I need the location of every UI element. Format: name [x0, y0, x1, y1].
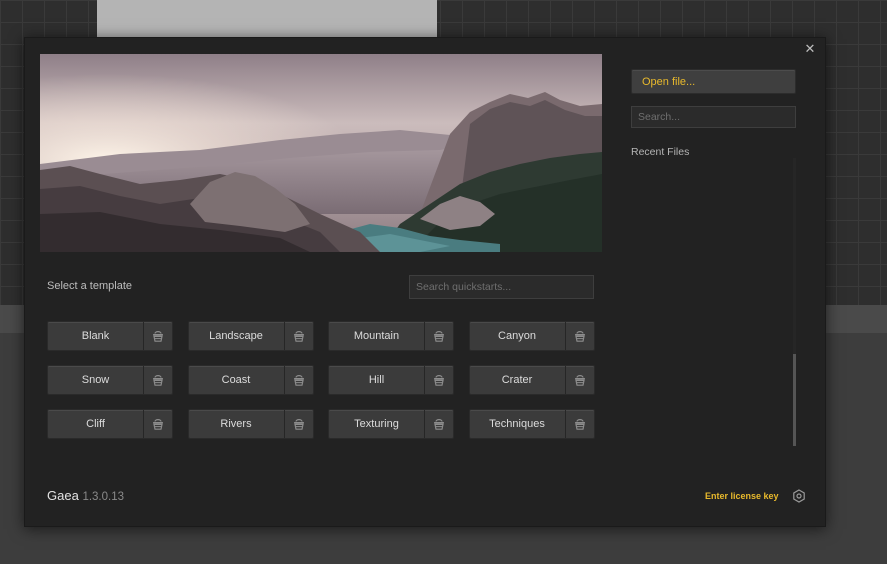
bucket-icon[interactable] — [144, 322, 172, 350]
bucket-icon[interactable] — [285, 322, 313, 350]
bucket-icon[interactable] — [425, 410, 453, 438]
template-label[interactable]: Snow — [48, 366, 143, 394]
template-label[interactable]: Cliff — [48, 410, 143, 438]
template-label[interactable]: Hill — [329, 366, 424, 394]
template-button[interactable]: Blank — [47, 321, 173, 351]
template-button[interactable]: Snow — [47, 365, 173, 395]
template-label[interactable]: Texturing — [329, 410, 424, 438]
template-grid: Blank Landscape Mountain Canyon Snow Coast Hil… — [47, 321, 595, 439]
template-label[interactable]: Coast — [189, 366, 284, 394]
template-button[interactable]: Mountain — [328, 321, 454, 351]
quickstart-search-input[interactable] — [409, 275, 594, 299]
template-button[interactable]: Hill — [328, 365, 454, 395]
background-panel — [97, 0, 437, 40]
template-button[interactable]: Texturing — [328, 409, 454, 439]
template-button[interactable]: Canyon — [468, 321, 595, 351]
bucket-icon[interactable] — [566, 322, 594, 350]
app-brand: Gaea 1.3.0.13 — [47, 488, 124, 503]
bucket-icon[interactable] — [144, 366, 172, 394]
bucket-icon[interactable] — [285, 366, 313, 394]
template-label[interactable]: Crater — [470, 366, 565, 394]
scrollbar-thumb[interactable] — [793, 354, 796, 446]
recent-files-scrollbar[interactable] — [793, 158, 796, 446]
open-file-button[interactable]: Open file... — [631, 69, 796, 94]
template-button[interactable]: Landscape — [187, 321, 314, 351]
hero-landscape-image — [40, 54, 602, 252]
bucket-icon[interactable] — [144, 410, 172, 438]
recent-files-search-input[interactable] — [631, 106, 796, 128]
template-label[interactable]: Landscape — [189, 322, 284, 350]
close-icon[interactable]: ✕ — [803, 42, 817, 56]
app-name: Gaea — [47, 488, 79, 503]
recent-files-label: Recent Files — [631, 146, 690, 158]
start-dialog: ✕ Select a template Search quickstarts..… — [24, 37, 826, 527]
template-label[interactable]: Rivers — [189, 410, 284, 438]
template-label[interactable]: Mountain — [329, 322, 424, 350]
template-button[interactable]: Techniques — [468, 409, 595, 439]
bucket-icon[interactable] — [425, 322, 453, 350]
template-label[interactable]: Canyon — [470, 322, 565, 350]
enter-license-key-link[interactable]: Enter license key — [705, 491, 779, 501]
bucket-icon[interactable] — [285, 410, 313, 438]
bucket-icon[interactable] — [566, 366, 594, 394]
template-button[interactable]: Rivers — [187, 409, 314, 439]
select-template-label: Select a template — [47, 280, 132, 292]
bucket-icon[interactable] — [425, 366, 453, 394]
template-label[interactable]: Techniques — [470, 410, 565, 438]
template-button[interactable]: Crater — [468, 365, 595, 395]
app-version: 1.3.0.13 — [82, 491, 125, 503]
gear-icon[interactable] — [792, 489, 806, 503]
template-label[interactable]: Blank — [48, 322, 143, 350]
template-button[interactable]: Coast — [187, 365, 314, 395]
template-button[interactable]: Cliff — [47, 409, 173, 439]
bucket-icon[interactable] — [566, 410, 594, 438]
